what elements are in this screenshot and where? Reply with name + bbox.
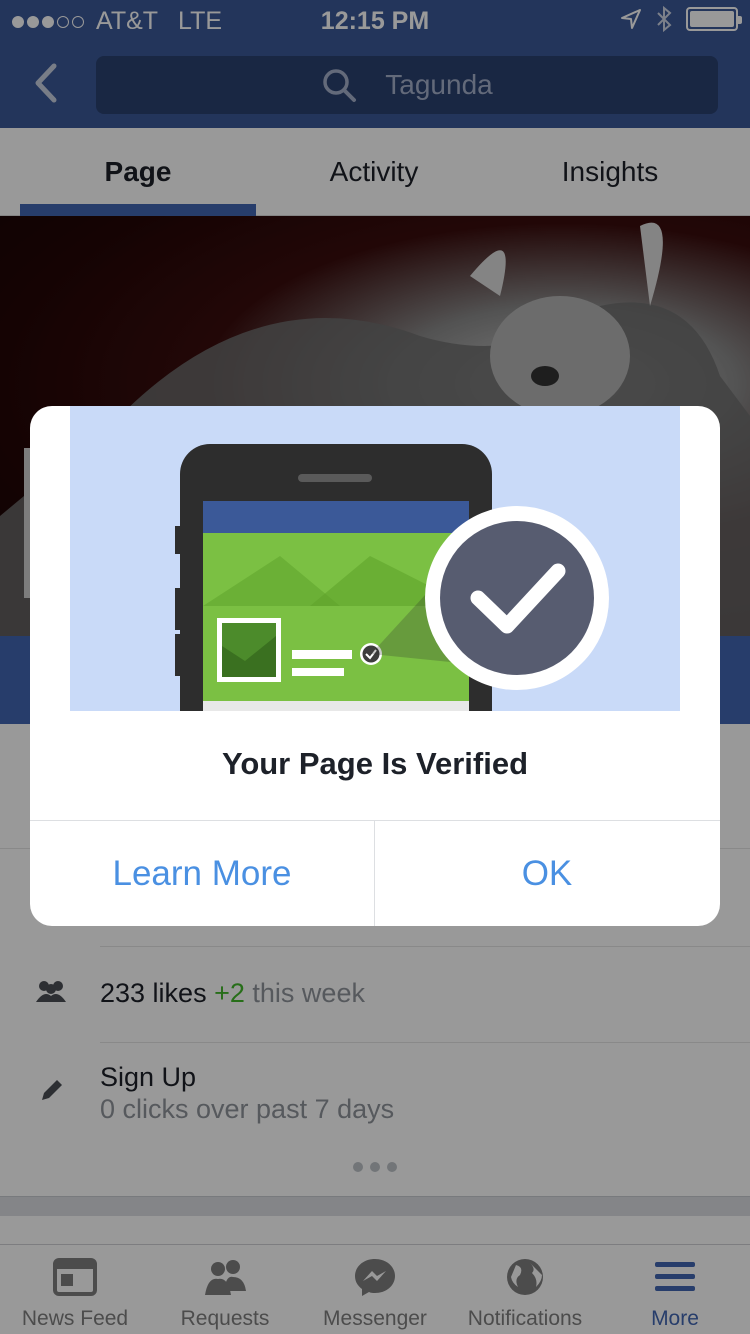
verified-illustration — [70, 406, 680, 711]
learn-more-button[interactable]: Learn More — [30, 821, 374, 926]
verified-dialog: Your Page Is Verified Learn More OK — [30, 406, 720, 926]
dialog-title: Your Page Is Verified — [221, 746, 529, 781]
ok-button[interactable]: OK — [375, 821, 719, 926]
